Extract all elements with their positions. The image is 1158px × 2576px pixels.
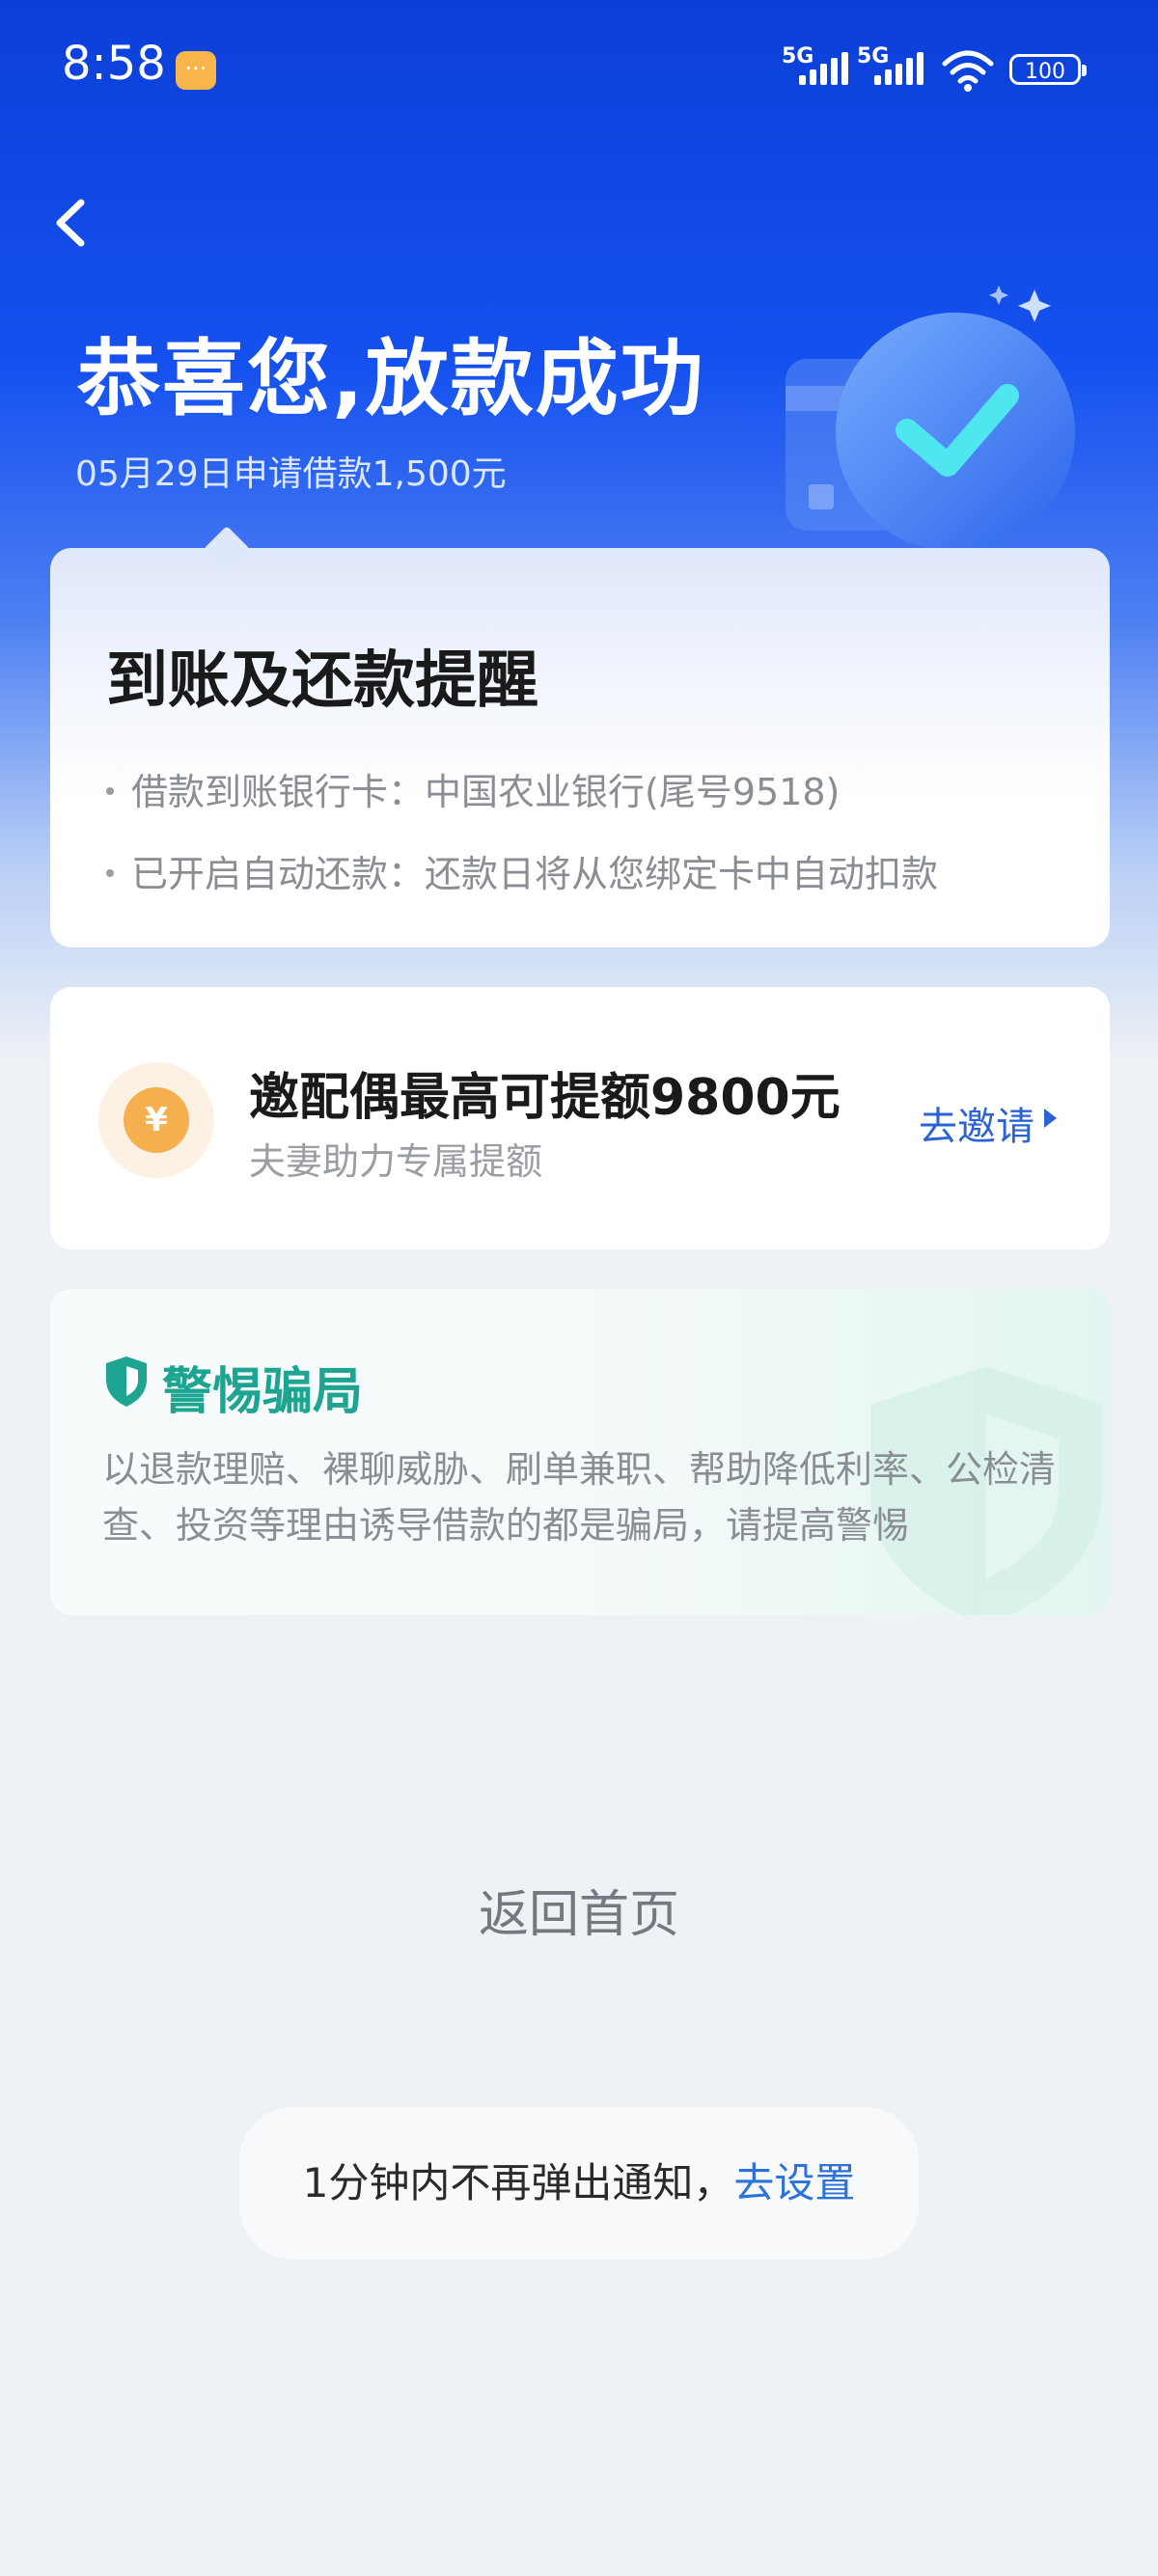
signal-5g-icon: 5G (782, 44, 849, 91)
battery-icon: 100 (1009, 54, 1087, 85)
fraud-warning-card: 警惕骗局 以退款理赔、裸聊威胁、刷单兼职、帮助降低利率、公检清查、投资等理由诱导… (50, 1289, 1110, 1615)
repayment-reminder-card: 到账及还款提醒 借款到账银行卡：中国农业银行(尾号9518) 已开启自动还款：还… (50, 525, 1110, 947)
go-settings-link[interactable]: 去设置 (733, 2159, 855, 2206)
back-icon[interactable] (42, 189, 100, 257)
invite-button[interactable]: 去邀请 (919, 1095, 1034, 1151)
warning-text: 以退款理赔、裸聊威胁、刷单兼职、帮助降低利率、公检清查、投资等理由诱导借款的都是… (102, 1448, 1057, 1547)
shield-icon (106, 1357, 147, 1407)
invite-spouse-card[interactable]: ¥ 邀配偶最高可提额9800元 夫妻助力专属提额 去邀请 (50, 987, 1110, 1249)
wifi-icon (942, 50, 994, 92)
success-check-illustration (786, 286, 1075, 552)
status-time: 8:58 (62, 37, 166, 91)
coin-icon: ¥ (98, 1062, 214, 1178)
reminder-item-bank-card: 借款到账银行卡：中国农业银行(尾号9518) (106, 762, 1054, 815)
return-home-link[interactable]: 返回首页 (0, 1874, 1158, 1946)
loan-summary: 05月29日申请借款1,500元 (75, 454, 507, 494)
caret-right-icon (1044, 1109, 1057, 1128)
signal-5g-icon: 5G (857, 44, 924, 91)
warning-title: 警惕骗局 (162, 1363, 364, 1421)
reminder-item-auto-repay: 已开启自动还款：还款日将从您绑定卡中自动扣款 (106, 844, 1054, 897)
page-title: 恭喜您,放款成功 (77, 331, 705, 427)
invite-title: 邀配偶最高可提额9800元 (249, 1069, 841, 1127)
notification-toast: 1分钟内不再弹出通知，去设置 (239, 2107, 919, 2260)
toast-text: 1分钟内不再弹出通知， (302, 2159, 734, 2206)
reminder-title: 到账及还款提醒 (106, 645, 538, 717)
status-bar: 8:58 ··· 5G 5G 100 (0, 0, 1158, 140)
message-notification-icon: ··· (176, 51, 216, 90)
invite-subtitle: 夫妻助力专属提额 (249, 1140, 543, 1183)
